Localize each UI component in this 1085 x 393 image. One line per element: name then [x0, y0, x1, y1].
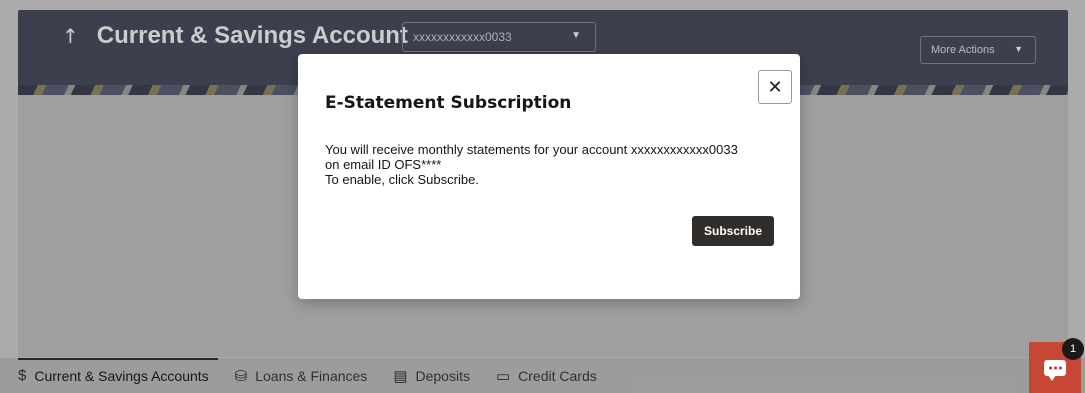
dialog-message: You will receive monthly statements for … — [325, 142, 785, 187]
dialog-message-line: You will receive monthly statements for … — [325, 142, 738, 157]
dialog-message-line: on email ID OFS**** — [325, 157, 442, 172]
e-statement-dialog: E-Statement Subscription ✕ You will rece… — [298, 54, 800, 299]
chat-bubble-icon — [1044, 359, 1066, 381]
subscribe-button[interactable]: Subscribe — [692, 216, 774, 246]
close-icon: ✕ — [767, 76, 783, 97]
notification-badge: 1 — [1062, 338, 1084, 360]
dialog-message-line: To enable, click Subscribe. — [325, 172, 479, 187]
close-button[interactable]: ✕ — [758, 70, 792, 104]
dialog-title: E-Statement Subscription — [325, 93, 572, 113]
